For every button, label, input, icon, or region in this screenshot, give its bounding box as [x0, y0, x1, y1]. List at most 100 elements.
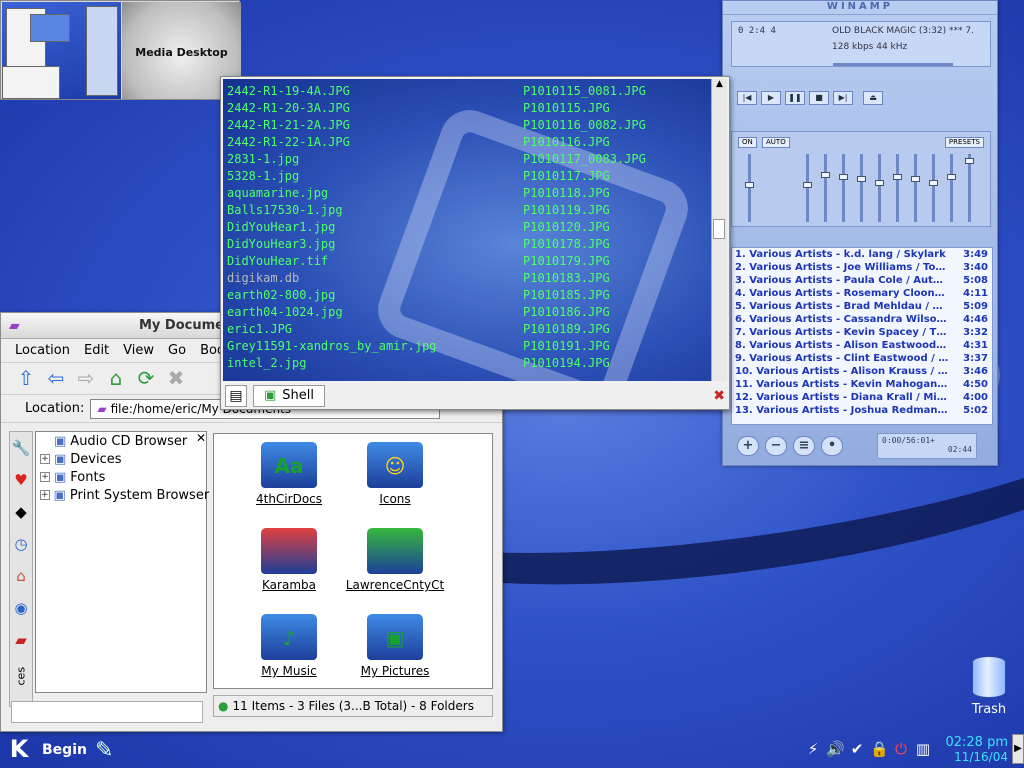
file-listing-entry: eric1.JPG — [227, 322, 293, 336]
network-icon[interactable]: ◉ — [10, 592, 32, 624]
stop-button[interactable]: ■ — [809, 91, 829, 105]
folder-item[interactable]: Karamba — [234, 528, 344, 592]
eq-preamp-slider[interactable] — [745, 154, 754, 222]
next-button[interactable]: ▶| — [833, 91, 853, 105]
winamp-playlist[interactable]: 1. Various Artists - k.d. lang / Skylark… — [731, 247, 993, 425]
playlist-item[interactable]: 5. Various Artists - Brad Mehldau / Drea… — [732, 300, 992, 313]
folder-item[interactable]: LawrenceCntyCt — [340, 528, 450, 592]
winamp-display: 0 2:4 4 OLD BLACK MAGIC (3:32) *** 7. 12… — [731, 21, 991, 67]
playlist-item[interactable]: 10. Various Artists - Alison Krauss / Th… — [732, 365, 992, 378]
root-folder-icon[interactable]: ▰ — [10, 624, 32, 656]
eq-presets-button[interactable]: PRESETS — [944, 137, 984, 148]
folder-item[interactable]: ▣ My Pictures — [340, 614, 450, 678]
bookmarks-icon[interactable]: ♥ — [10, 464, 32, 496]
prev-button[interactable]: |◀ — [737, 91, 757, 105]
devices-icon[interactable]: ◆ — [10, 496, 32, 528]
eq-band-slider[interactable] — [911, 154, 920, 222]
playlist-item[interactable]: 7. Various Artists - Kevin Spacey / That… — [732, 326, 992, 339]
tree-item[interactable]: + ▣ Print System Browser — [36, 486, 209, 504]
home-folder-icon[interactable]: ⌂ — [10, 560, 32, 592]
terminal-area[interactable]: 2442-R1-19-4A.JPG 2442-R1-20-3A.JPG 2442-R… — [223, 79, 711, 381]
playlist-item-length: 3:32 — [963, 327, 988, 338]
terminal-scrollbar[interactable]: ▲ — [711, 79, 727, 381]
sidebar-status-field — [11, 701, 203, 723]
lock-icon[interactable]: 🔒 — [870, 738, 889, 760]
playlist-item[interactable]: 8. Various Artists - Alison Eastwood / C… — [732, 339, 992, 352]
shell-tab[interactable]: ▣ Shell — [253, 385, 326, 407]
add-track-button[interactable]: + — [737, 436, 759, 456]
eq-band-slider[interactable] — [893, 154, 902, 222]
eq-band-slider[interactable] — [821, 154, 830, 222]
volume-icon[interactable]: 🔊 — [826, 738, 845, 760]
begin-button[interactable]: K Begin ✎ — [4, 735, 114, 765]
playlist-item[interactable]: 1. Various Artists - k.d. lang / Skylark… — [732, 248, 992, 261]
eq-band-slider[interactable] — [857, 154, 866, 222]
tree-expander-icon[interactable]: + — [40, 490, 50, 500]
scroll-up-icon[interactable]: ▲ — [712, 79, 727, 89]
menu-item[interactable]: Edit — [78, 343, 115, 358]
back-arrow-icon[interactable]: ⇦ — [43, 366, 69, 392]
pager-desktop-1[interactable] — [2, 2, 121, 99]
close-session-icon[interactable]: ✖ — [713, 388, 725, 404]
playlist-item[interactable]: 6. Various Artists - Cassandra Wilson / … — [732, 313, 992, 326]
tree-item[interactable]: + ▣ Devices — [36, 450, 206, 468]
eq-band-slider[interactable] — [965, 154, 974, 222]
network-icon[interactable]: ✔ — [848, 738, 866, 760]
close-panel-icon[interactable]: ✕ — [196, 431, 206, 445]
playlist-item[interactable]: 11. Various Artists - Kevin Mahogany / L… — [732, 378, 992, 391]
file-listing-entry: P1010115.JPG — [523, 101, 610, 115]
scroll-thumb[interactable] — [713, 219, 725, 239]
eject-button[interactable]: ⏏ — [863, 91, 883, 105]
trash-desktop-icon[interactable]: Trash — [964, 656, 1014, 717]
bar-chart-icon[interactable]: ▥ — [914, 738, 932, 760]
playlist-item[interactable]: 9. Various Artists - Clint Eastwood / Ac… — [732, 352, 992, 365]
eq-band-slider[interactable] — [929, 154, 938, 222]
playlist-item-title: 8. Various Artists - Alison Eastwood / C… — [735, 340, 949, 351]
eq-band-slider[interactable] — [875, 154, 884, 222]
misc-options-button[interactable]: • — [821, 436, 843, 456]
playlist-item[interactable]: 3. Various Artists - Paula Cole / Autumn… — [732, 274, 992, 287]
taskbar-expand-icon[interactable]: ▶ — [1012, 734, 1024, 764]
tree-item[interactable]: ▣ Audio CD Browser — [36, 432, 206, 450]
tree-expander-icon[interactable]: + — [40, 454, 50, 464]
playlist-item-title: 10. Various Artists - Alison Krauss / Th… — [735, 366, 949, 377]
connection-icon[interactable]: ⚡ — [804, 738, 822, 760]
eq-auto-toggle[interactable]: AUTO — [762, 137, 790, 148]
folder-item[interactable]: ♪ My Music — [234, 614, 344, 678]
up-arrow-icon[interactable]: ⇧ — [13, 366, 39, 392]
file-listing-entry: P1010120.JPG — [523, 220, 610, 234]
new-session-icon[interactable]: ▤ — [225, 385, 247, 407]
stop-icon[interactable]: ✖ — [163, 366, 189, 392]
home-icon[interactable]: ⌂ — [103, 366, 129, 392]
folder-item[interactable]: ☺ Icons — [340, 442, 450, 506]
eq-band-slider[interactable] — [947, 154, 956, 222]
playlist-item-title: 3. Various Artists - Paula Cole / Autumn… — [735, 275, 949, 286]
remove-track-button[interactable]: − — [765, 436, 787, 456]
playlist-item[interactable]: 13. Various Artists - Joshua Redman / I'… — [732, 404, 992, 417]
pause-button[interactable]: ❚❚ — [785, 91, 805, 105]
status-bar: ● 11 Items - 3 Files (3...B Total) - 8 F… — [213, 695, 493, 717]
clock[interactable]: 02:28 pm 11/16/04 — [942, 735, 1008, 765]
pager-window-thumb — [86, 6, 118, 96]
select-tracks-button[interactable]: ≡ — [793, 436, 815, 456]
menu-item[interactable]: Go — [162, 343, 192, 358]
play-button[interactable]: ▶ — [761, 91, 781, 105]
winamp-seek-bar[interactable] — [833, 63, 953, 66]
tree-expander-icon[interactable]: + — [40, 472, 50, 482]
reload-icon[interactable]: ⟳ — [133, 366, 159, 392]
history-icon[interactable]: ◷ — [10, 528, 32, 560]
power-icon[interactable]: ⏻ — [892, 738, 910, 760]
playlist-item[interactable]: 4. Various Artists - Rosemary Clooney / … — [732, 287, 992, 300]
menu-item[interactable]: View — [117, 343, 160, 358]
folder-item[interactable]: Aa 4thCirDocs — [234, 442, 344, 506]
playlist-item[interactable]: 2. Various Artists - Joe Williams / Too … — [732, 261, 992, 274]
eq-band-slider[interactable] — [803, 154, 812, 222]
editor-launcher-icon[interactable]: ✎ — [95, 738, 113, 763]
eq-on-toggle[interactable]: ON — [738, 137, 757, 148]
menu-item[interactable]: Location — [9, 343, 76, 358]
tree-item[interactable]: + ▣ Fonts — [36, 468, 206, 486]
eq-band-slider[interactable] — [839, 154, 848, 222]
forward-arrow-icon[interactable]: ⇨ — [73, 366, 99, 392]
services-icon[interactable]: 🔧 — [10, 432, 32, 464]
playlist-item[interactable]: 12. Various Artists - Diana Krall / Midn… — [732, 391, 992, 404]
